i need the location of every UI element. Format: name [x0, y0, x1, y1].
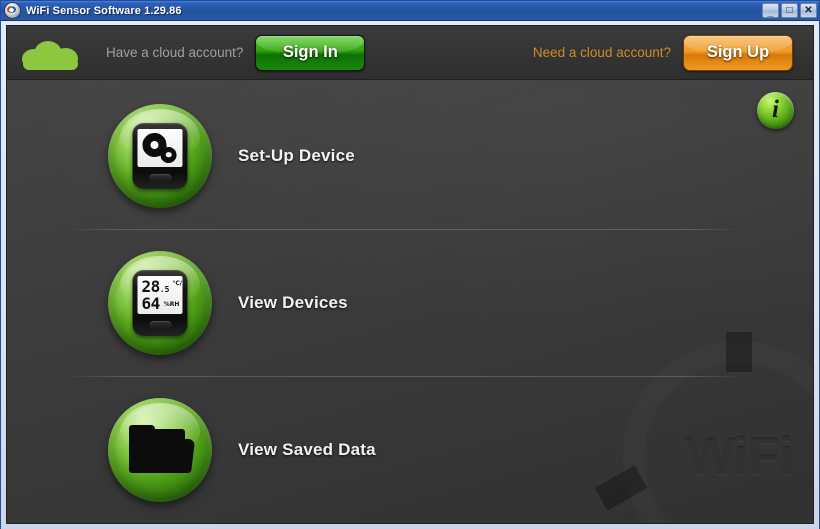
lcd-temperature-value: 28 — [141, 276, 161, 296]
main-content: WiFi i Set-Up Device 28 .5 °C/ 64 %RH Vi… — [7, 80, 813, 523]
lcd-temperature-decimal: .5 — [159, 284, 170, 294]
device-body — [132, 122, 188, 189]
signin-group: Have a cloud account? Sign In — [106, 34, 366, 71]
device-gears-icon[interactable] — [108, 103, 212, 208]
maximize-icon: □ — [786, 5, 793, 16]
gear-small-icon — [160, 146, 177, 163]
minimize-button[interactable]: _ — [762, 3, 779, 18]
close-icon: ✕ — [804, 5, 813, 16]
lcd-readout: 28 .5 °C/°F 64 %RH — [138, 276, 183, 314]
info-button[interactable]: i — [757, 92, 794, 129]
info-icon: i — [772, 96, 779, 123]
account-header-bar: Have a cloud account? Sign In Need a clo… — [7, 26, 813, 80]
folder-shape — [129, 424, 196, 475]
window-client-frame: Have a cloud account? Sign In Need a clo… — [1, 21, 819, 529]
sign-in-button[interactable]: Sign In — [255, 34, 366, 71]
application-window: WiFi Sensor Software 1.29.86 _ □ ✕ Have … — [0, 0, 820, 529]
window-title: WiFi Sensor Software 1.29.86 — [26, 4, 182, 17]
lcd-temperature-unit: °C/°F — [172, 279, 183, 287]
menu-item-view-devices[interactable]: 28 .5 °C/°F 64 %RH — [7, 229, 813, 376]
signin-prompt-label: Have a cloud account? — [106, 45, 244, 60]
device-body: 28 .5 °C/°F 64 %RH — [132, 269, 188, 336]
device-lcd-icon[interactable]: 28 .5 °C/°F 64 %RH — [108, 250, 212, 355]
title-bar: WiFi Sensor Software 1.29.86 _ □ ✕ — [1, 1, 819, 21]
minimize-icon: _ — [767, 6, 774, 18]
device-button — [149, 320, 171, 329]
device-screen: 28 .5 °C/°F 64 %RH — [137, 275, 183, 314]
sign-in-label: Sign In — [282, 43, 338, 61]
menu-item-label: View Saved Data — [238, 439, 376, 459]
main-menu: Set-Up Device 28 .5 °C/ 64 %RH View Devi… — [7, 80, 813, 523]
close-button[interactable]: ✕ — [800, 3, 817, 18]
sign-up-button[interactable]: Sign Up — [683, 34, 793, 71]
sign-up-label: Sign Up — [706, 43, 770, 61]
maximize-button[interactable]: □ — [781, 3, 798, 18]
menu-item-label: Set-Up Device — [238, 145, 355, 165]
window-controls: _ □ ✕ — [762, 3, 817, 18]
lcd-humidity-unit: %RH — [163, 300, 180, 308]
lcd-humidity-value: 64 — [141, 293, 161, 313]
folder-icon[interactable] — [108, 397, 212, 502]
menu-item-view-saved-data[interactable]: View Saved Data — [7, 376, 813, 523]
device-screen — [137, 128, 183, 167]
cloud-logo-icon — [20, 38, 82, 70]
signup-group: Need a cloud account? Sign Up — [532, 34, 793, 71]
app-surface: Have a cloud account? Sign In Need a clo… — [6, 25, 814, 524]
signup-prompt-label: Need a cloud account? — [532, 45, 671, 60]
device-button — [149, 173, 171, 182]
app-circle-icon — [4, 2, 21, 19]
menu-item-setup-device[interactable]: Set-Up Device — [7, 82, 813, 229]
menu-item-label: View Devices — [238, 292, 348, 312]
